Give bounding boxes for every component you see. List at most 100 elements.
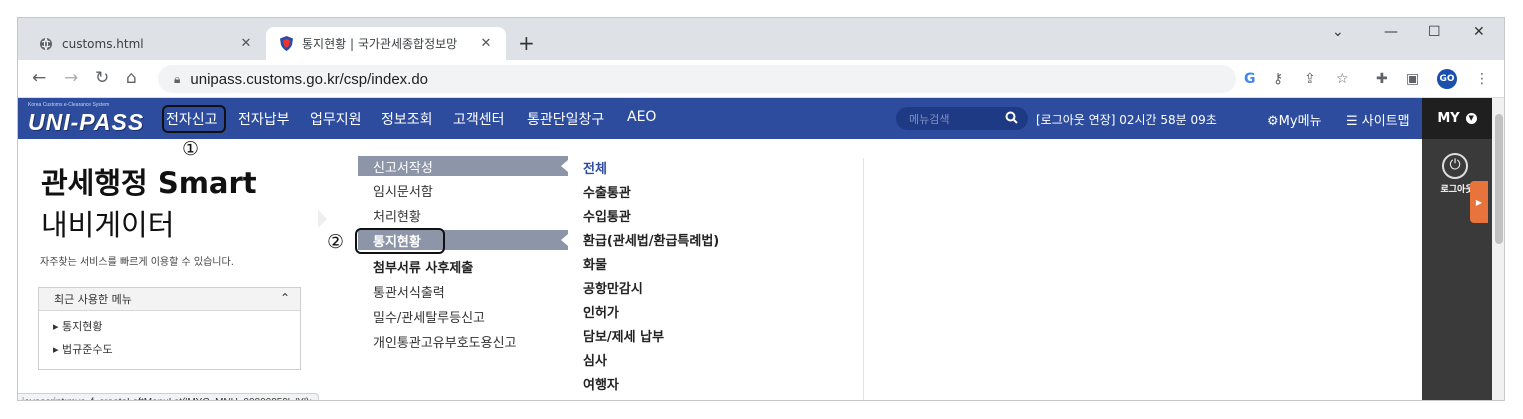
tab-unipass[interactable]: 통지현황 | 국가관세종합정보망 ✕ — [266, 27, 506, 60]
nav-e-payment[interactable]: 전자납부 — [238, 109, 290, 129]
new-tab-icon[interactable]: + — [518, 33, 535, 53]
window-close-icon[interactable]: ✕ — [1473, 24, 1485, 40]
logo-text: UNI-PASS — [28, 109, 145, 135]
forward-icon[interactable]: → — [64, 69, 78, 87]
submenu-label: 개인통관고유부호도용신고 — [373, 335, 517, 351]
submenu-pointer — [561, 234, 568, 246]
navigator-subtitle: 내비게이터 — [41, 208, 175, 242]
profile-avatar[interactable]: GO — [1437, 69, 1457, 89]
hamburger-icon: ☰ — [1346, 114, 1358, 129]
category-import[interactable]: 수입통관 — [583, 206, 631, 225]
submenu-smuggling-report[interactable]: 밀수/관세탈루등신고 — [358, 306, 568, 326]
my-label: MY — [1437, 111, 1460, 126]
chevron-up-icon[interactable]: ⌃ — [280, 291, 290, 305]
share-icon[interactable]: ⇪ — [1304, 71, 1316, 87]
home-icon[interactable]: ⌂ — [126, 69, 137, 87]
address-bar[interactable]: 🔒︎ unipass.customs.go.kr/csp/index.do — [158, 65, 1236, 93]
category-permits[interactable]: 인허가 — [583, 302, 619, 321]
submenu-pccc-misuse[interactable]: 개인통관고유부호도용신고 — [358, 331, 568, 351]
url-text: unipass.customs.go.kr/csp/index.do — [190, 70, 429, 88]
submenu-label: 밀수/관세탈루등신고 — [373, 310, 486, 326]
recent-menu-item-label: 통지현황 — [62, 320, 103, 333]
global-nav-bar: Korea Customs e-Clearance System UNI-PAS… — [18, 98, 1422, 139]
close-tab-icon[interactable]: ✕ — [238, 36, 254, 51]
submenu-label: 첨부서류 사후제출 — [373, 260, 474, 276]
bookmark-star-icon[interactable]: ☆ — [1336, 71, 1349, 87]
category-traveler[interactable]: 여행자 — [583, 374, 619, 393]
search-placeholder: 메뉴검색 — [909, 112, 950, 126]
category-port-surveillance[interactable]: 공항만감시 — [583, 278, 643, 297]
browser-window: customs.html ✕ 통지현황 | 국가관세종합정보망 ✕ + ⌄ — … — [17, 17, 1505, 401]
submenu-temp-docs[interactable]: 임시문서함 — [358, 180, 568, 200]
nav-single-window[interactable]: 통관단일창구 — [527, 109, 604, 129]
shield-icon — [278, 36, 294, 52]
my-toggle[interactable]: MY ▼ — [1422, 98, 1492, 139]
category-cargo[interactable]: 화물 — [583, 254, 607, 273]
panel-toggle-tab[interactable]: ▶ — [1470, 181, 1488, 223]
logout-extend-timer[interactable]: [로그아웃 연장] 02시간 58분 09초 — [1036, 111, 1217, 128]
nav-info-inquiry[interactable]: 정보조회 — [381, 109, 433, 129]
side-panel-icon[interactable]: ▣ — [1406, 71, 1419, 87]
more-menu-icon[interactable]: ⋮ — [1475, 71, 1489, 87]
menu-search-input[interactable]: 메뉴검색 — [896, 107, 1028, 130]
recent-menu-title: 최근 사용한 메뉴 — [54, 293, 132, 306]
annotation-marker-2: ② — [327, 231, 345, 253]
page-content: Korea Customs e-Clearance System UNI-PAS… — [18, 98, 1504, 400]
logo-tagline: Korea Customs e-Clearance System — [28, 102, 110, 108]
nav-aeo[interactable]: AEO — [627, 109, 656, 125]
globe-icon — [38, 36, 54, 52]
category-all[interactable]: 전체 — [583, 158, 607, 177]
google-translate-icon[interactable]: G — [1244, 71, 1256, 87]
back-icon[interactable]: ← — [32, 69, 46, 87]
lock-icon[interactable]: 🔒︎ — [174, 72, 180, 87]
annotation-box-1 — [162, 105, 226, 133]
navigator-description: 자주찾는 서비스를 빠르게 이용할 수 있습니다. — [40, 257, 234, 268]
my-menu-label: My메뉴 — [1278, 114, 1322, 129]
maximize-icon[interactable]: ☐ — [1428, 24, 1441, 40]
navigator-arrow — [318, 210, 327, 228]
submenu-processing-status[interactable]: 처리현황 — [358, 205, 568, 225]
right-quick-panel: MY ▼ ⏻ 로그아웃 — [1422, 98, 1492, 400]
category-export[interactable]: 수출통관 — [583, 182, 631, 201]
search-icon[interactable] — [1005, 109, 1018, 128]
minimize-icon[interactable]: — — [1384, 24, 1398, 40]
annotation-marker-1: ① — [182, 138, 200, 160]
submenu-label: 통관서식출력 — [373, 285, 445, 301]
submenu-label: 처리현황 — [373, 209, 421, 225]
extensions-icon[interactable]: ✚ — [1376, 71, 1388, 87]
sitemap-link[interactable]: ☰ 사이트맵 — [1346, 110, 1410, 129]
chevron-down-icon: ▼ — [1465, 113, 1477, 124]
nav-customer-center[interactable]: 고객센터 — [453, 109, 505, 129]
my-menu-link[interactable]: ⚙My메뉴 — [1267, 110, 1322, 129]
nav-business-support[interactable]: 업무지원 — [310, 109, 362, 129]
vertical-scrollbar[interactable] — [1492, 98, 1504, 400]
recent-menu-box: 최근 사용한 메뉴 ⌃ ▸ 통지현황 ▸ 법규준수도 — [38, 287, 301, 370]
category-collateral-tax[interactable]: 담보/제세 납부 — [583, 326, 664, 345]
recent-menu-header[interactable]: 최근 사용한 메뉴 ⌃ — [39, 288, 300, 311]
category-audit[interactable]: 심사 — [583, 350, 607, 369]
sitemap-label: 사이트맵 — [1361, 114, 1410, 129]
category-refund[interactable]: 환급(관세법/환급특례법) — [583, 230, 719, 249]
submenu-attach-later[interactable]: 첨부서류 사후제출 — [358, 256, 568, 276]
close-tab-icon[interactable]: ✕ — [478, 36, 494, 51]
annotation-box-2 — [355, 228, 445, 254]
gear-icon: ⚙ — [1267, 114, 1279, 129]
unipass-logo[interactable]: Korea Customs e-Clearance System UNI-PAS… — [28, 102, 146, 136]
navigator-title: 관세행정 Smart — [41, 166, 257, 200]
submenu-declaration-writing[interactable]: 신고서작성 — [358, 156, 568, 176]
browser-toolbar: ← → ↻ ⌂ 🔒︎ unipass.customs.go.kr/csp/ind… — [18, 60, 1504, 98]
key-icon[interactable]: ⚷ — [1273, 71, 1283, 87]
recent-menu-item[interactable]: ▸ 통지현황 — [53, 318, 300, 334]
submenu-label: 신고서작성 — [373, 160, 433, 176]
submenu-form-print[interactable]: 통관서식출력 — [358, 281, 568, 301]
panel-divider — [863, 158, 864, 400]
recent-menu-item[interactable]: ▸ 법규준수도 — [53, 341, 300, 357]
tab-search-chevron-icon[interactable]: ⌄ — [1332, 24, 1344, 40]
power-icon[interactable]: ⏻ — [1442, 153, 1468, 179]
scrollbar-thumb[interactable] — [1495, 114, 1503, 244]
status-bar: javascript:myc_f_createLeftMenuLst('MYC_… — [18, 393, 319, 400]
tab-customs[interactable]: customs.html ✕ — [26, 27, 266, 60]
tab-strip: customs.html ✕ 통지현황 | 국가관세종합정보망 ✕ + ⌄ — … — [18, 18, 1504, 60]
reload-icon[interactable]: ↻ — [95, 69, 109, 87]
recent-menu-item-label: 법규준수도 — [62, 343, 113, 356]
